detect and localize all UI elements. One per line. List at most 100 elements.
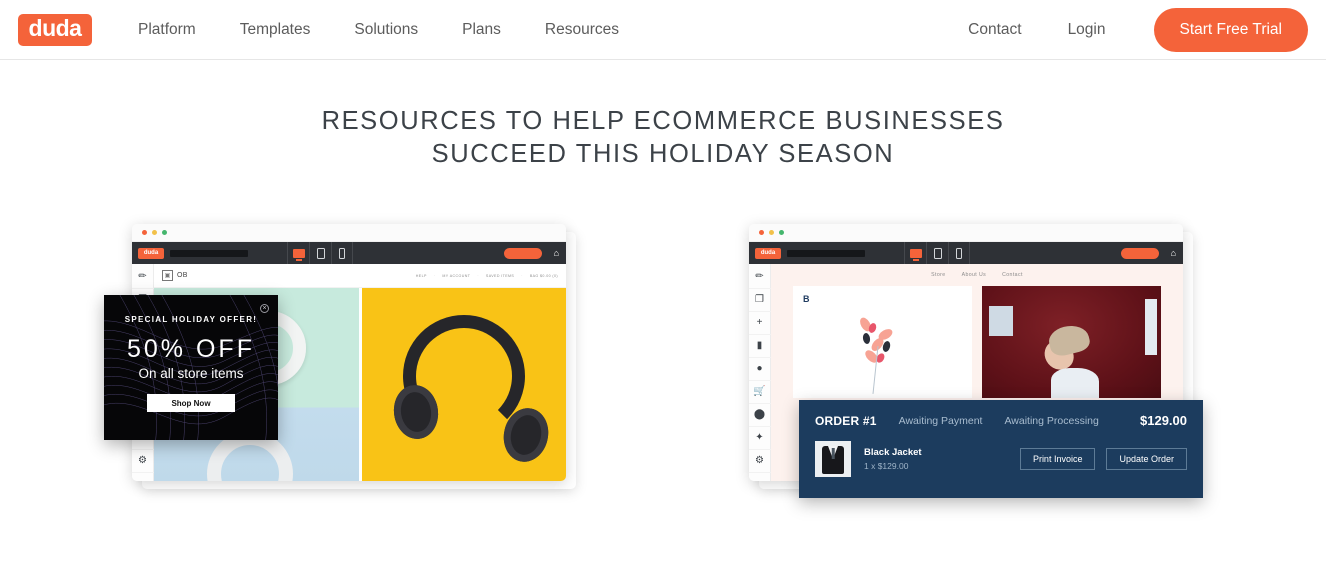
- folder-icon[interactable]: ▮: [749, 335, 771, 358]
- primary-nav-links: Platform Templates Solutions Plans Resou…: [138, 21, 663, 39]
- product-thumbnail: [815, 441, 851, 477]
- page-title-line-2: succeed this holiday season: [431, 140, 895, 168]
- fashion-store-nav: Store About Us Contact: [771, 264, 1183, 278]
- nav-separator: ·: [521, 273, 523, 278]
- order-detail-card: ORDER #1 Awaiting Payment Awaiting Proce…: [799, 400, 1203, 498]
- store-nav-about-us[interactable]: About Us: [962, 272, 987, 278]
- person-icon[interactable]: ●: [749, 358, 771, 381]
- secondary-nav-links: Contact Login Start Free Trial: [922, 0, 1308, 60]
- maximize-dot-icon: [162, 230, 167, 235]
- blob-icon[interactable]: ⬤: [749, 404, 771, 427]
- home-icon[interactable]: ⌂: [554, 248, 559, 258]
- promo-subline: On all store items: [138, 366, 244, 381]
- hero-image-yellow-headphones: [358, 288, 566, 481]
- promo-popup: × SPECIAL HOLIDAY OFFER! 50% OFF On all …: [104, 295, 278, 440]
- store-header: ▣ OB HELP · MY ACCOUNT · SAVED ITEMS · B…: [154, 264, 566, 288]
- order-item-row: Black Jacket 1 x $129.00 Print Invoice U…: [815, 441, 1187, 477]
- fashion-store-tiles: B: [771, 278, 1183, 398]
- model-shirt: [1050, 368, 1099, 398]
- model-figure: [1040, 321, 1101, 398]
- order-header-row: ORDER #1 Awaiting Payment Awaiting Proce…: [815, 413, 1187, 428]
- right-editor-sidebar: ✏ ❐ + ▮ ● 🛒 ⬤ ✦ ⚙: [749, 264, 771, 481]
- order-item-meta: Black Jacket 1 x $129.00: [864, 447, 922, 471]
- right-editor-toolbar: duda ⌂: [749, 242, 1183, 264]
- nav-separator: ·: [433, 273, 436, 278]
- store-nav-store[interactable]: Store: [931, 272, 945, 278]
- nav-item-login[interactable]: Login: [1068, 21, 1106, 39]
- minimize-dot-icon: [152, 230, 157, 235]
- home-icon[interactable]: ⌂: [1171, 248, 1176, 258]
- order-item-quantity-price: 1 x $129.00: [864, 461, 909, 471]
- device-preview-toggles: [904, 242, 970, 264]
- nav-item-plans[interactable]: Plans: [462, 21, 501, 39]
- left-editor-toolbar: duda ⌂: [132, 242, 566, 264]
- jacket-tie-shape: [831, 448, 835, 459]
- nav-item-solutions[interactable]: Solutions: [354, 21, 418, 39]
- product-tile-flower: B: [793, 286, 972, 398]
- order-status-processing: Awaiting Processing: [1004, 414, 1099, 427]
- store-nav-contact[interactable]: Contact: [1002, 272, 1023, 278]
- order-total-amount: $129.00: [1140, 413, 1187, 428]
- order-item-name: Black Jacket: [864, 447, 922, 458]
- editor-duda-logo: duda: [138, 247, 164, 259]
- page-title: Resources to help ecommerce businesses s…: [0, 105, 1326, 171]
- order-id-label: ORDER #1: [815, 413, 877, 428]
- editor-url-bar: [170, 249, 248, 257]
- tablet-icon[interactable]: [309, 242, 331, 264]
- logo-text: duda: [28, 15, 82, 41]
- publish-button[interactable]: [504, 247, 542, 259]
- left-browser-titlebar: [132, 224, 566, 242]
- cart-icon[interactable]: 🛒: [749, 381, 771, 404]
- shop-now-button[interactable]: Shop Now: [147, 394, 235, 412]
- page-title-line-1: Resources to help ecommerce businesses: [321, 107, 1005, 135]
- store-logo-icon: ▣: [162, 270, 173, 281]
- publish-button[interactable]: [1121, 247, 1159, 259]
- top-navigation-bar: duda Platform Templates Solutions Plans …: [0, 0, 1326, 60]
- nav-item-platform[interactable]: Platform: [138, 21, 196, 39]
- duda-logo[interactable]: duda: [18, 13, 92, 46]
- device-preview-toggles: [287, 242, 353, 264]
- illustration-area: duda ⌂ ✏ ❐ + ▮ ● 🛒 ⬤ ✦ ⚙: [0, 218, 1326, 523]
- update-order-button[interactable]: Update Order: [1106, 448, 1187, 470]
- right-browser-titlebar: [749, 224, 1183, 242]
- desktop-icon[interactable]: [287, 242, 309, 264]
- brand-monogram: B: [803, 294, 810, 304]
- pen-icon[interactable]: ✏: [749, 266, 771, 289]
- gear-icon[interactable]: ⚙: [132, 450, 154, 473]
- mobile-icon[interactable]: [948, 242, 970, 264]
- store-brand-name: OB: [177, 272, 188, 279]
- pen-icon[interactable]: ✏: [132, 266, 154, 289]
- store-utility-nav: HELP · MY ACCOUNT · SAVED ITEMS · BAG $0…: [409, 274, 558, 278]
- tablet-icon[interactable]: [926, 242, 948, 264]
- store-nav-my-account[interactable]: MY ACCOUNT: [442, 274, 470, 278]
- desktop-icon[interactable]: [904, 242, 926, 264]
- minimize-dot-icon: [769, 230, 774, 235]
- model-hair: [1046, 321, 1092, 359]
- editor-duda-logo: duda: [755, 247, 781, 259]
- maximize-dot-icon: [779, 230, 784, 235]
- close-icon[interactable]: ×: [260, 304, 269, 313]
- mobile-icon[interactable]: [331, 242, 353, 264]
- gear-icon[interactable]: ⚙: [749, 450, 771, 473]
- store-nav-help[interactable]: HELP: [416, 274, 427, 278]
- plus-icon[interactable]: +: [749, 312, 771, 335]
- product-tile-model: [982, 286, 1161, 398]
- store-nav-bag[interactable]: BAG $0.00 (0): [530, 274, 558, 278]
- layers-icon[interactable]: ❐: [749, 289, 771, 312]
- start-free-trial-button[interactable]: Start Free Trial: [1153, 8, 1308, 52]
- backdrop-panel-left: [989, 306, 1014, 337]
- backdrop-panel-right: [1145, 299, 1158, 356]
- puzzle-icon[interactable]: ✦: [749, 427, 771, 450]
- order-action-buttons: Print Invoice Update Order: [1019, 448, 1187, 470]
- nav-item-contact[interactable]: Contact: [968, 21, 1021, 39]
- nav-item-templates[interactable]: Templates: [240, 21, 311, 39]
- close-dot-icon: [142, 230, 147, 235]
- order-status-payment: Awaiting Payment: [898, 414, 983, 427]
- print-invoice-button[interactable]: Print Invoice: [1019, 448, 1096, 470]
- nav-separator: ·: [477, 273, 479, 278]
- nav-item-resources[interactable]: Resources: [545, 21, 619, 39]
- promo-kicker: SPECIAL HOLIDAY OFFER!: [124, 315, 258, 324]
- promo-headline: 50% OFF: [127, 335, 255, 363]
- store-nav-saved-items[interactable]: SAVED ITEMS: [486, 274, 514, 278]
- close-dot-icon: [759, 230, 764, 235]
